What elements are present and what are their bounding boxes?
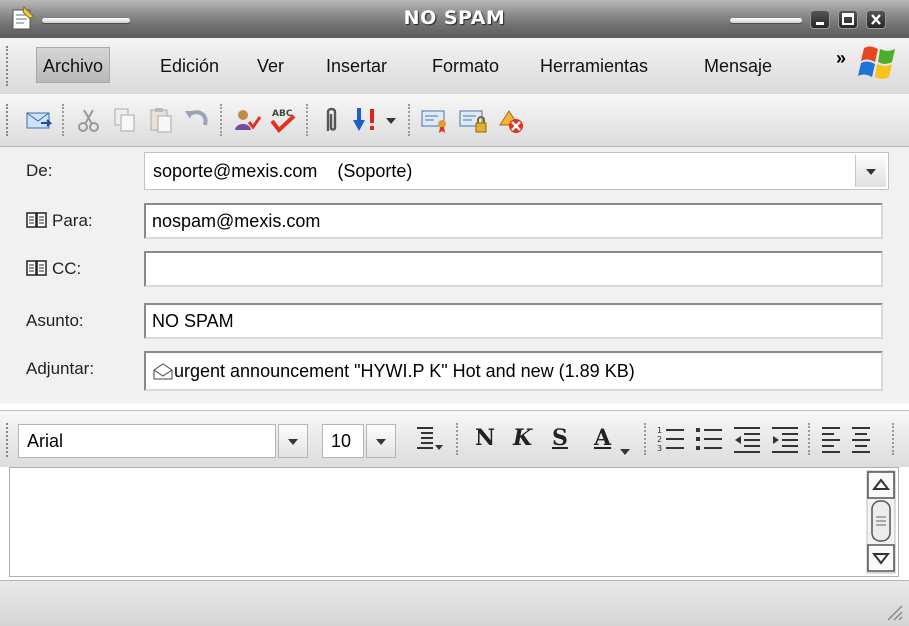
attach-icon[interactable] — [316, 105, 346, 135]
close-button[interactable] — [866, 10, 886, 29]
numbered-list-icon[interactable]: 1 2 3 — [656, 424, 686, 454]
toolbar-grip[interactable] — [6, 104, 11, 136]
chevron-down-icon — [866, 169, 876, 175]
bullet-list-icon[interactable] — [694, 424, 724, 454]
decrease-indent-icon[interactable] — [732, 424, 762, 454]
cut-icon[interactable] — [74, 105, 104, 135]
menu-bar: Archivo Edición Ver Insertar Formato Her… — [0, 38, 909, 94]
attachment-file-icon — [153, 363, 173, 380]
to-label: Para: — [52, 211, 93, 230]
font-color-dropdown-icon[interactable] — [620, 449, 630, 455]
sign-icon[interactable] — [420, 105, 450, 135]
resize-grip-icon[interactable] — [885, 603, 903, 621]
standard-toolbar: ABC — [0, 94, 909, 147]
title-bar[interactable]: NO SPAM — [0, 0, 909, 38]
copy-icon[interactable] — [110, 105, 140, 135]
font-color-button[interactable]: A — [594, 425, 611, 451]
close-icon — [871, 14, 881, 25]
paste-icon[interactable] — [146, 105, 176, 135]
format-separator — [644, 423, 646, 455]
check-names-icon[interactable] — [232, 105, 262, 135]
to-field[interactable]: nospam@mexis.com — [144, 203, 883, 239]
message-header: De: soporte@mexis.com (Soporte) Para: no… — [0, 147, 909, 403]
menu-herramientas[interactable]: Herramientas — [540, 56, 648, 77]
attachment-field[interactable]: urgent announcement "HYWI.P K" Hot and n… — [144, 351, 883, 391]
undo-icon[interactable] — [182, 105, 212, 135]
toolbar-separator — [220, 104, 222, 136]
offline-icon[interactable] — [496, 105, 526, 135]
address-book-icon — [26, 212, 47, 228]
format-separator — [456, 423, 458, 455]
message-body-text[interactable] — [10, 468, 898, 480]
svg-text:1: 1 — [657, 426, 662, 435]
compose-window: NO SPAM Archivo Edición Ver Insertar For… — [0, 0, 909, 626]
status-bar — [0, 580, 909, 626]
menu-edicion[interactable]: Edición — [160, 56, 219, 77]
svg-text:3: 3 — [657, 444, 662, 453]
format-separator — [892, 423, 894, 455]
priority-dropdown-icon[interactable] — [386, 118, 396, 124]
format-toolbar-grip[interactable] — [6, 423, 11, 457]
windows-logo-icon — [858, 46, 895, 79]
font-name-select[interactable]: Arial — [18, 424, 276, 458]
menu-archivo[interactable]: Archivo — [36, 47, 111, 83]
chevron-down-icon — [376, 439, 386, 445]
address-book-icon — [26, 260, 47, 276]
cc-label: CC: — [52, 259, 82, 278]
maximize-icon — [842, 13, 854, 25]
menu-mensaje[interactable]: Mensaje — [704, 56, 772, 77]
from-value: soporte@mexis.com (Soporte) — [153, 161, 413, 181]
menu-ver[interactable]: Ver — [257, 56, 284, 77]
italic-button[interactable]: K — [513, 425, 532, 451]
minimize-button[interactable] — [810, 10, 830, 29]
toolbar-separator — [306, 104, 308, 136]
toolbar-separator — [408, 104, 410, 136]
subject-field[interactable]: NO SPAM — [144, 303, 883, 339]
cc-button[interactable]: CC: — [26, 259, 81, 279]
font-name-dropdown[interactable] — [278, 424, 308, 458]
alignment-icons[interactable] — [818, 424, 878, 454]
message-body[interactable] — [9, 467, 899, 577]
minimize-icon — [816, 22, 824, 25]
maximize-button[interactable] — [838, 10, 858, 29]
menu-formato[interactable]: Formato — [432, 56, 499, 77]
send-icon[interactable] — [24, 105, 54, 135]
svg-text:2: 2 — [657, 435, 662, 444]
cc-field[interactable] — [144, 251, 883, 287]
from-dropdown-button[interactable] — [855, 155, 886, 187]
format-separator — [808, 423, 810, 455]
vertical-scrollbar[interactable] — [866, 470, 896, 574]
to-button[interactable]: Para: — [26, 211, 93, 231]
from-select[interactable]: soporte@mexis.com (Soporte) — [144, 152, 889, 190]
menu-grip[interactable] — [6, 46, 11, 86]
from-label: De: — [26, 161, 53, 180]
subject-label: Asunto: — [26, 311, 84, 330]
toolbar-separator — [62, 104, 64, 136]
attachment-name[interactable]: urgent announcement "HYWI.P K" Hot and n… — [174, 361, 635, 381]
font-size-dropdown[interactable] — [366, 424, 396, 458]
spelling-icon[interactable]: ABC — [268, 105, 298, 135]
font-size-select[interactable]: 10 — [322, 424, 364, 458]
underline-button[interactable]: S — [552, 425, 568, 451]
chevron-down-icon — [288, 439, 298, 445]
format-toolbar: Arial 10 N K S A 1 2 3 — [0, 410, 909, 467]
menu-insertar[interactable]: Insertar — [326, 56, 387, 77]
attach-label: Adjuntar: — [26, 359, 95, 378]
priority-icon[interactable] — [350, 105, 380, 135]
encrypt-icon[interactable] — [458, 105, 488, 135]
increase-indent-icon[interactable] — [770, 424, 800, 454]
bold-button[interactable]: N — [475, 425, 495, 451]
menu-overflow-chevron[interactable]: » — [836, 48, 846, 69]
paragraph-style-icon[interactable] — [414, 423, 444, 453]
title-decoration-right — [730, 18, 802, 23]
